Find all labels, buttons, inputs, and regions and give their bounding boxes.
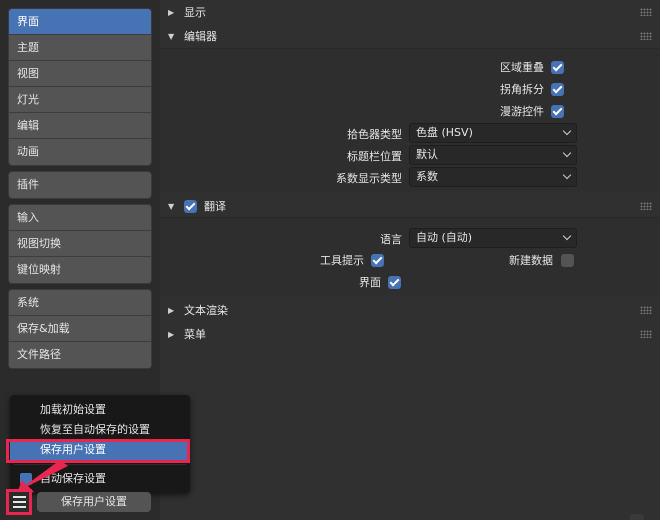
- drag-grip-icon[interactable]: [640, 202, 652, 210]
- color-picker-type-dropdown[interactable]: 色盘 (HSV): [409, 123, 577, 143]
- sidebar-group-interface: 界面 主题 视图 灯光 编辑 动画: [8, 8, 152, 166]
- drag-grip-icon[interactable]: [640, 306, 652, 314]
- interface-label: 界面: [359, 276, 381, 289]
- expand-right-icon: ▶: [168, 329, 175, 339]
- expand-down-icon: ▼: [168, 31, 175, 41]
- sidebar-group-system: 系统 保存&加载 文件路径: [8, 289, 152, 369]
- language-label: 语言: [380, 233, 402, 246]
- save-preferences-button[interactable]: 保存用户设置: [37, 492, 151, 512]
- preferences-main: ▶ 显示 ▼ 编辑器 区域重叠 拐角拆分 漫游控件 拾色器类型 色盘 (HSV)…: [160, 0, 660, 520]
- sidebar-item-keymap[interactable]: 键位映射: [9, 257, 151, 283]
- panel-header-translation[interactable]: ▼ 翻译: [160, 195, 660, 217]
- chevron-down-icon: [562, 126, 572, 136]
- sidebar-item-lights[interactable]: 灯光: [9, 87, 151, 113]
- sidebar-item-save-load[interactable]: 保存&加载: [9, 316, 151, 342]
- sidebar-item-file-paths[interactable]: 文件路径: [9, 342, 151, 368]
- sidebar-item-interface[interactable]: 界面: [9, 9, 151, 35]
- new-data-checkbox[interactable]: [561, 253, 574, 267]
- panel-body-editors: 区域重叠 拐角拆分 漫游控件 拾色器类型 色盘 (HSV) 标题栏位置 默认 系…: [160, 48, 660, 193]
- corner-split-row: 拐角拆分: [500, 79, 564, 99]
- resize-corner-icon[interactable]: [630, 514, 644, 520]
- sidebar-item-system[interactable]: 系统: [9, 290, 151, 316]
- menu-item-revert-to-autosave[interactable]: 恢复至自动保存的设置: [10, 420, 190, 440]
- hamburger-menu-icon[interactable]: [6, 489, 32, 515]
- panel-title-translation: 翻译: [204, 200, 226, 213]
- corner-split-checkbox[interactable]: [551, 82, 564, 96]
- panel-header-editors[interactable]: ▼ 编辑器: [160, 25, 660, 47]
- tooltips-checkbox[interactable]: [371, 253, 384, 267]
- expand-right-icon: ▶: [168, 305, 175, 315]
- navigation-controls-label: 漫游控件: [500, 105, 544, 118]
- chevron-down-icon: [562, 231, 572, 241]
- panel-body-translation: 语言 自动 (自动) 工具提示 新建数据 界面: [160, 217, 660, 295]
- tooltips-label: 工具提示: [320, 254, 364, 267]
- drag-grip-icon[interactable]: [640, 32, 652, 40]
- panel-title-text-rendering: 文本渲染: [184, 304, 228, 317]
- tooltips-row: 工具提示: [320, 250, 384, 270]
- sidebar-item-navigation[interactable]: 视图切换: [9, 231, 151, 257]
- region-overlap-checkbox[interactable]: [551, 60, 564, 74]
- region-overlap-row: 区域重叠: [500, 57, 564, 77]
- sidebar-item-editing[interactable]: 编辑: [9, 113, 151, 139]
- panel-title-menus: 菜单: [184, 328, 206, 341]
- language-dropdown[interactable]: 自动 (自动): [409, 228, 577, 248]
- translation-enable-checkbox[interactable]: [184, 199, 197, 213]
- interface-row: 界面: [359, 272, 401, 292]
- factor-display-type-dropdown[interactable]: 系数: [409, 167, 577, 187]
- chevron-down-icon: [562, 170, 572, 180]
- sidebar-item-themes[interactable]: 主题: [9, 35, 151, 61]
- panel-title-editors: 编辑器: [184, 30, 217, 43]
- new-data-row: 新建数据: [509, 250, 574, 270]
- sidebar-item-animation[interactable]: 动画: [9, 139, 151, 165]
- corner-split-label: 拐角拆分: [500, 83, 544, 96]
- language-value: 自动 (自动): [416, 231, 473, 244]
- sidebar-item-addons[interactable]: 插件: [9, 172, 151, 198]
- region-overlap-label: 区域重叠: [500, 61, 544, 74]
- drag-grip-icon[interactable]: [640, 8, 652, 16]
- navigation-controls-checkbox[interactable]: [551, 104, 564, 118]
- factor-display-type-label: 系数显示类型: [336, 172, 402, 185]
- sidebar-group-input: 输入 视图切换 键位映射: [8, 204, 152, 284]
- header-position-label: 标题栏位置: [347, 150, 402, 163]
- sidebar-item-viewport[interactable]: 视图: [9, 61, 151, 87]
- sidebar-item-input[interactable]: 输入: [9, 205, 151, 231]
- header-position-dropdown[interactable]: 默认: [409, 145, 577, 165]
- color-picker-type-label: 拾色器类型: [347, 128, 402, 141]
- panel-title-display: 显示: [184, 6, 206, 19]
- new-data-label: 新建数据: [509, 254, 553, 267]
- drag-grip-icon[interactable]: [640, 330, 652, 338]
- menu-item-load-factory-settings[interactable]: 加载初始设置: [10, 400, 190, 420]
- factor-display-type-value: 系数: [416, 170, 438, 183]
- header-position-value: 默认: [416, 148, 438, 161]
- panel-header-display[interactable]: ▶ 显示: [160, 1, 660, 23]
- panel-header-text-rendering[interactable]: ▶ 文本渲染: [160, 299, 660, 321]
- expand-right-icon: ▶: [168, 7, 175, 17]
- chevron-down-icon: [562, 148, 572, 158]
- navigation-controls-row: 漫游控件: [500, 101, 564, 121]
- sidebar-group-addons: 插件: [8, 171, 152, 199]
- expand-down-icon: ▼: [168, 201, 175, 211]
- interface-checkbox[interactable]: [388, 275, 401, 289]
- color-picker-type-value: 色盘 (HSV): [416, 126, 473, 139]
- panel-header-menus[interactable]: ▶ 菜单: [160, 323, 660, 345]
